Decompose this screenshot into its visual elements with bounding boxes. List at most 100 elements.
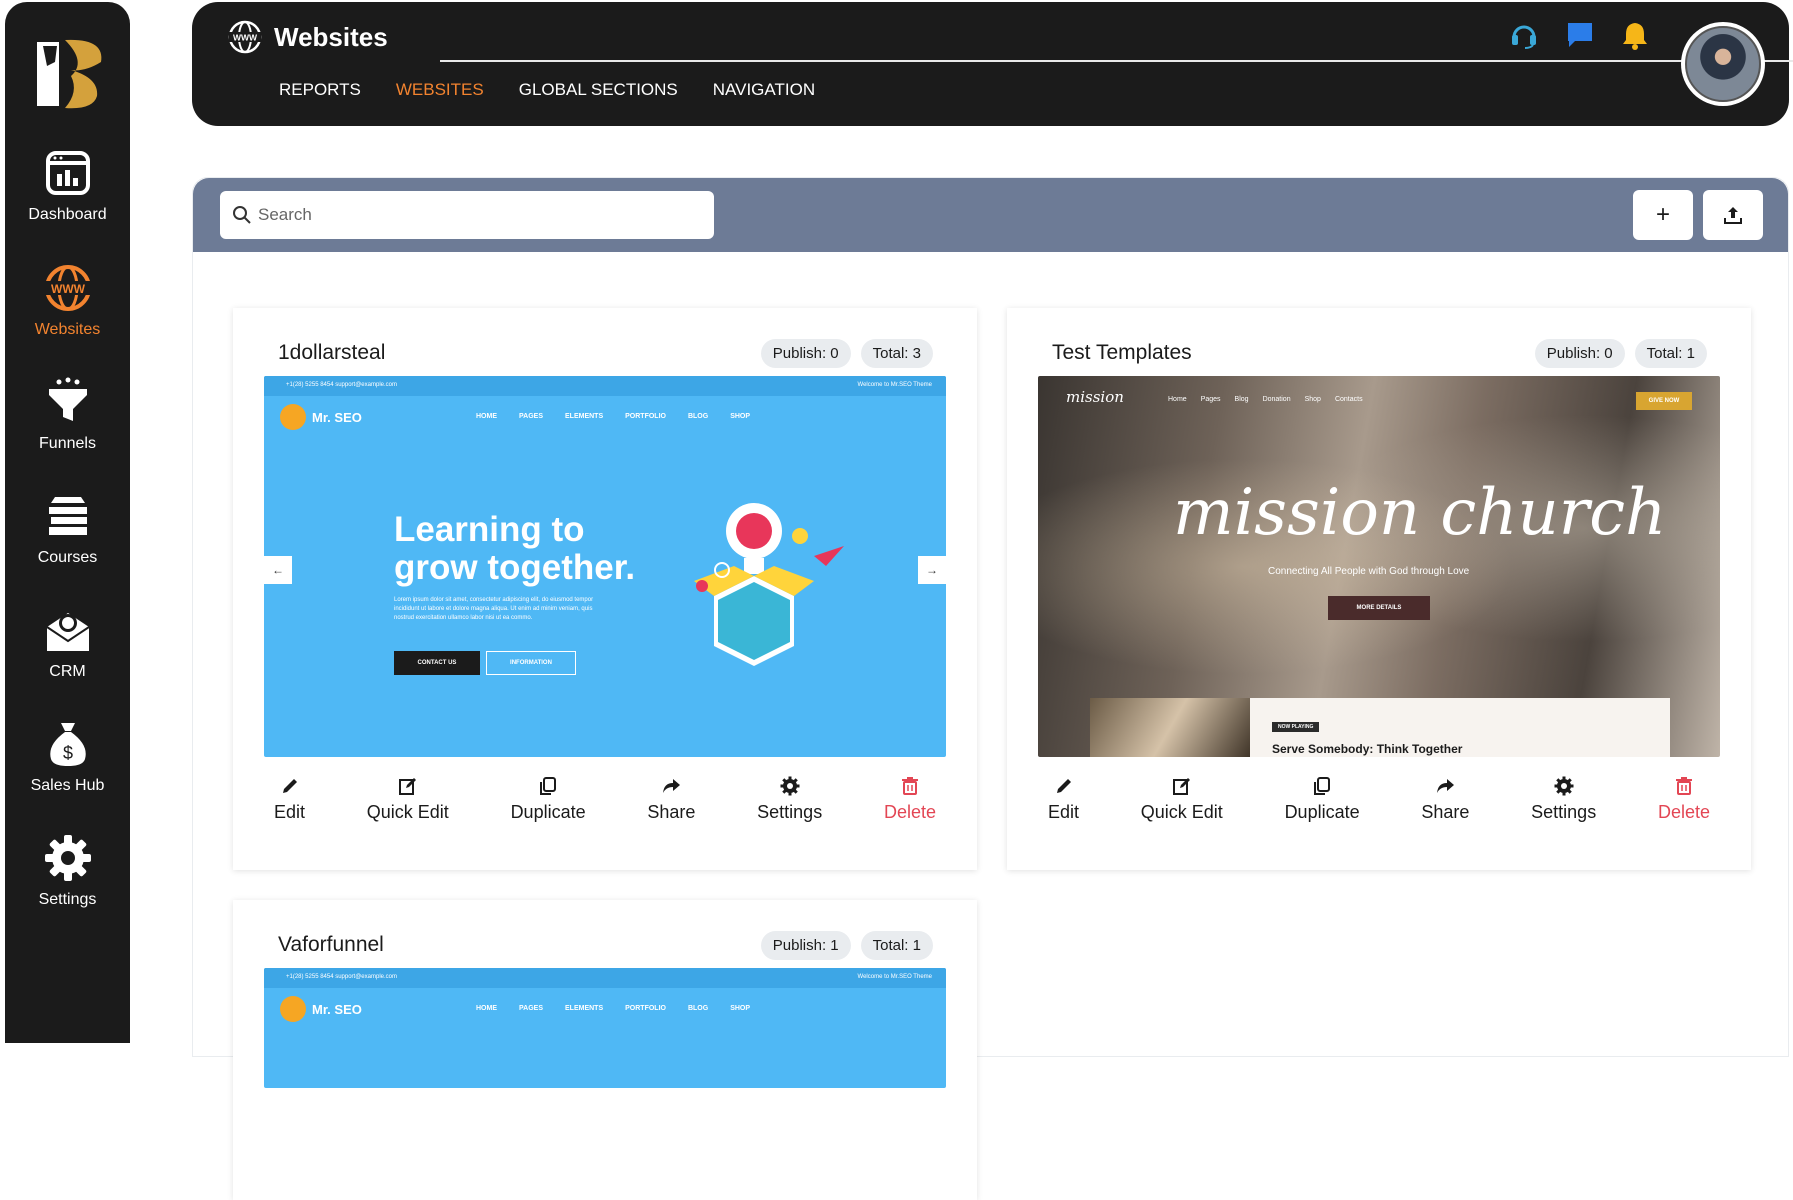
topbar-contact: +1(28) 5255 8454 support@example.com: [286, 974, 397, 980]
menu-item: PORTFOLIO: [625, 1005, 666, 1012]
card-title: Test Templates: [1052, 341, 1192, 364]
topbar-welcome: Welcome to Mr.SEO Theme: [857, 382, 932, 388]
quick-edit-button[interactable]: Quick Edit: [1141, 776, 1223, 823]
menu-item: SHOP: [730, 1005, 751, 1012]
preview-menu: HOME PAGES ELEMENTS PORTFOLIO BLOG SHOP: [476, 413, 750, 420]
preview-topbar: +1(28) 5255 8454 support@example.com Wel…: [264, 376, 946, 396]
trash-icon: [1675, 777, 1692, 795]
toolbar: +: [193, 178, 1788, 252]
sidebar-label: Sales Hub: [30, 777, 105, 794]
add-label: +: [1655, 201, 1670, 228]
top-header: WWW Websites REPORTS WEBSITES GLOBAL SEC…: [192, 2, 1793, 126]
menu-item: PAGES: [519, 413, 543, 420]
now-playing-photo: [1090, 698, 1250, 757]
sidebar-item-funnels[interactable]: Funnels: [5, 377, 130, 453]
card-actions: Edit Quick Edit Duplicate Share Settings…: [264, 776, 946, 823]
menu-item: PORTFOLIO: [625, 413, 666, 420]
brand-mascot-icon: [280, 996, 306, 1022]
church-preview: mission Home Pages Blog Donation Shop Co…: [1038, 376, 1720, 757]
duplicate-button[interactable]: Duplicate: [1285, 776, 1360, 823]
menu-item: Contacts: [1334, 396, 1363, 403]
carousel-prev-button[interactable]: ←: [264, 556, 292, 584]
page-title-row: WWW Websites: [228, 20, 388, 54]
now-playing-title: Serve Somebody: Think Together: [1272, 742, 1463, 756]
menu-item: HOME: [476, 1005, 497, 1012]
topbar-welcome: Welcome to Mr.SEO Theme: [857, 974, 932, 980]
headline-line: grow together.: [394, 548, 636, 587]
tab-global-sections[interactable]: GLOBAL SECTIONS: [519, 80, 678, 100]
publish-badge: Publish: 0: [760, 339, 851, 368]
preview-contact-button: CONTACT US: [394, 651, 480, 675]
money-bag-icon: $: [49, 723, 86, 766]
preview-paragraph: Lorem ipsum dolor sit amet, consectetur …: [394, 597, 594, 621]
sidebar-label: Funnels: [39, 435, 96, 452]
sidebar-item-settings[interactable]: Settings: [5, 833, 130, 909]
share-button[interactable]: Share: [1421, 776, 1469, 823]
menu-item: ELEMENTS: [565, 413, 604, 420]
header-tabs: REPORTS WEBSITES GLOBAL SECTIONS NAVIGAT…: [279, 80, 815, 100]
delete-button[interactable]: Delete: [884, 776, 936, 823]
sidebar-item-courses[interactable]: Courses: [5, 491, 130, 567]
action-label: Duplicate: [510, 802, 586, 822]
tab-reports[interactable]: REPORTS: [279, 80, 361, 100]
settings-button[interactable]: Settings: [757, 776, 822, 823]
delete-button[interactable]: Delete: [1658, 776, 1710, 823]
sidebar-label: CRM: [49, 663, 86, 680]
brand-logo[interactable]: [35, 36, 107, 112]
copy-icon: [1314, 777, 1331, 795]
chat-icon[interactable]: [1565, 20, 1595, 50]
search-input[interactable]: [258, 205, 698, 225]
search-box[interactable]: [220, 191, 714, 239]
gear-icon: [44, 835, 91, 881]
action-label: Share: [647, 802, 696, 822]
sidebar-item-dashboard[interactable]: Dashboard: [5, 148, 130, 224]
menu-item: BLOG: [687, 1005, 709, 1012]
upload-button[interactable]: [1703, 190, 1763, 240]
edit-button[interactable]: Edit: [1048, 776, 1079, 823]
menu-item: Blog: [1234, 396, 1249, 403]
action-label: Edit: [274, 802, 306, 822]
website-preview[interactable]: mission Home Pages Blog Donation Shop Co…: [1038, 376, 1720, 757]
bell-icon[interactable]: [1621, 20, 1649, 50]
menu-item: ELEMENTS: [565, 1005, 604, 1012]
website-preview[interactable]: +1(28) 5255 8454 support@example.com Wel…: [264, 968, 946, 1088]
action-label: Settings: [1531, 802, 1597, 822]
preview-brand: Mr. SEO: [280, 404, 362, 430]
menu-item: HOME: [476, 413, 497, 420]
lightbulb-box-illustration: [694, 503, 844, 666]
trash-icon: [901, 777, 918, 795]
preview-topbar: +1(28) 5255 8454 support@example.com Wel…: [264, 968, 946, 988]
www-globe-icon: WWW: [228, 20, 262, 54]
action-label: Settings: [757, 802, 823, 822]
publish-badge: Publish: 0: [1534, 339, 1625, 368]
card-title: 1dollarsteal: [278, 341, 386, 364]
headset-support-icon[interactable]: [1509, 20, 1539, 50]
sidebar-item-websites[interactable]: WWW Websites: [5, 263, 130, 339]
card-actions: Edit Quick Edit Duplicate Share Settings…: [1038, 776, 1720, 823]
duplicate-button[interactable]: Duplicate: [511, 776, 586, 823]
preview-menu: Home Pages Blog Donation Shop Contacts: [1168, 396, 1363, 403]
sidebar-item-crm[interactable]: CRM: [5, 605, 130, 681]
add-website-button[interactable]: +: [1633, 190, 1693, 240]
share-button[interactable]: Share: [647, 776, 695, 823]
website-preview[interactable]: +1(28) 5255 8454 support@example.com Wel…: [264, 376, 946, 757]
menu-item: Donation: [1262, 396, 1291, 403]
topbar-contact: +1(28) 5255 8454 support@example.com: [286, 382, 397, 388]
card-badges: Publish: 0 Total: 1: [1534, 339, 1707, 368]
menu-item: Pages: [1200, 396, 1221, 403]
tab-websites[interactable]: WEBSITES: [396, 80, 484, 100]
now-playing-label: NOW PLAYING: [1272, 722, 1320, 732]
user-avatar[interactable]: [1681, 22, 1765, 106]
edit-square-icon: [398, 778, 416, 795]
settings-button[interactable]: Settings: [1531, 776, 1596, 823]
headline-line: Learning to: [394, 510, 585, 549]
tab-navigation[interactable]: NAVIGATION: [713, 80, 815, 100]
quick-edit-button[interactable]: Quick Edit: [367, 776, 449, 823]
sidebar-item-sales-hub[interactable]: $ Sales Hub: [5, 719, 130, 795]
edit-button[interactable]: Edit: [274, 776, 305, 823]
carousel-next-button[interactable]: →: [918, 556, 946, 584]
preview-headline: Learning to grow together.: [394, 511, 635, 587]
svg-text:WWW: WWW: [51, 282, 86, 296]
www-globe-icon: WWW: [44, 265, 91, 311]
sidebar-label: Dashboard: [28, 206, 107, 223]
